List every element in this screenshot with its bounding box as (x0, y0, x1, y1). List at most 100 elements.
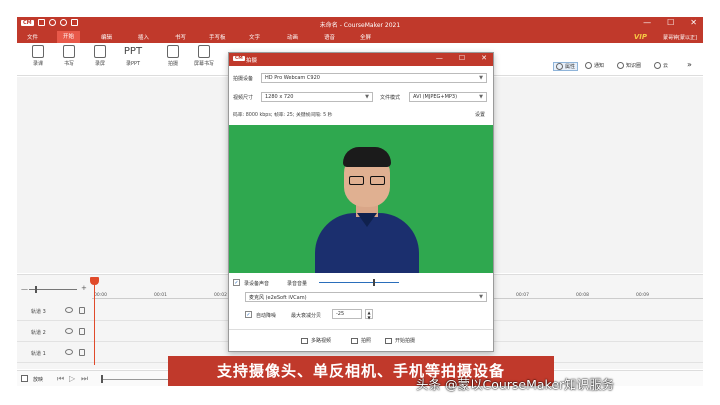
menu-fullscreen[interactable]: 全屏 (360, 33, 371, 41)
track-label: 轨道 2 (31, 330, 46, 336)
minimize-button[interactable]: — (643, 18, 651, 27)
maximize-button[interactable]: ☐ (667, 18, 674, 27)
play-icon[interactable]: ▷ (69, 374, 75, 383)
dialog-controls: — ☐ ✕ (436, 54, 487, 62)
record-screen-tool[interactable]: 录屏 (85, 45, 115, 67)
title-bar: CM 未命名 - CourseMaker 2021 — ☐ ✕ (17, 17, 703, 31)
camera-tool[interactable]: 拍摄 (158, 45, 188, 67)
tool-label: 知识圈 (626, 63, 642, 69)
multi-video-icon (301, 337, 308, 344)
menu-text[interactable]: 文字 (249, 33, 260, 41)
record-lesson-tool[interactable]: 录课 (23, 45, 53, 67)
watermark: 头条 @蒙以CourseMaker知识服务 (416, 377, 615, 392)
lock-icon[interactable] (79, 328, 85, 335)
device-value: HD Pro Webcam C920 (265, 75, 320, 81)
lock-icon[interactable] (79, 349, 85, 356)
ruler-tick: 00:07 (516, 293, 529, 298)
cloud-button[interactable]: 云 (654, 62, 668, 69)
lock-icon[interactable] (79, 307, 85, 314)
dialog-close-button[interactable]: ✕ (481, 54, 487, 62)
zoom-slider[interactable]: — + (21, 284, 89, 293)
start-recording-button[interactable]: 开始拍摄 (385, 337, 415, 344)
chevron-down-icon: ▼ (479, 94, 483, 100)
video-camera-icon (385, 337, 392, 344)
playhead-handle[interactable] (90, 277, 99, 285)
eye-icon[interactable] (65, 328, 73, 334)
close-button[interactable]: ✕ (690, 18, 697, 27)
user-name[interactable]: 蒙哥钟[蒙以正] (663, 34, 697, 41)
present-label: 放映 (33, 377, 44, 383)
mic-select[interactable]: 麦克风 (e2eSoft iVCam) ▼ (245, 292, 487, 302)
photo-button[interactable]: 拍照 (351, 337, 371, 344)
glasses-icon (349, 176, 385, 185)
format-select[interactable]: AVI (MJPEG+MP3) ▼ (409, 92, 487, 102)
tool-label: 拍摄 (167, 61, 178, 67)
eye-icon[interactable] (65, 307, 73, 313)
zoom-handle[interactable] (35, 286, 37, 293)
record-sound-checkbox[interactable]: ✓ (233, 279, 240, 286)
camera-icon (167, 45, 179, 58)
write-tool[interactable]: 书写 (54, 45, 84, 67)
menu-tablet[interactable]: 手写板 (209, 33, 226, 41)
attenuation-stepper[interactable]: ▲ ▼ (365, 309, 373, 320)
ppt-icon: PPT (123, 46, 143, 57)
multi-video-button[interactable]: 多路视频 (301, 337, 331, 344)
vip-badge[interactable]: VIP (634, 33, 647, 41)
menu-write[interactable]: 书写 (175, 33, 186, 41)
notify-button[interactable]: 通知 (585, 62, 604, 69)
cloud-icon (654, 62, 661, 69)
mic-value: 麦克风 (e2eSoft iVCam) (249, 295, 307, 301)
tool-label: 书写 (63, 61, 74, 67)
pen-icon (63, 45, 75, 58)
chevron-down-icon: ▼ (479, 294, 483, 300)
encoding-info: 码率: 8000 kbps; 帧率: 25; 关键帧间隔: 5 秒 (233, 113, 333, 118)
settings-link[interactable]: 设置 (475, 111, 485, 118)
volume-slider[interactable] (319, 279, 399, 286)
chat-bubble-icon (585, 62, 592, 69)
attenuation-input[interactable]: -25 (332, 309, 362, 319)
properties-button[interactable]: 属性 (553, 62, 579, 71)
zoom-out-button[interactable]: — (21, 285, 28, 293)
eye-icon[interactable] (65, 349, 73, 355)
size-select[interactable]: 1280 x 720 ▼ (261, 92, 373, 102)
record-ppt-tool[interactable]: PPT 录PPT (118, 45, 148, 67)
next-icon[interactable]: ⏭ (81, 374, 88, 384)
ruler-tick: 00:08 (576, 293, 589, 298)
ruler-tick: 00:09 (636, 293, 649, 298)
track-label: 轨道 1 (31, 351, 46, 357)
playhead-line[interactable] (94, 277, 95, 365)
dialog-footer: 多路视频 拍照 开始拍摄 (229, 329, 493, 351)
volume-handle[interactable] (373, 279, 376, 286)
prev-icon[interactable]: ⏮ (57, 374, 64, 384)
zoom-in-button[interactable]: + (81, 284, 87, 292)
present-checkbox[interactable] (21, 375, 28, 382)
screen-write-tool[interactable]: 屏幕书写 (189, 45, 219, 67)
dialog-maximize-button[interactable]: ☐ (459, 54, 465, 62)
ruler-tick: 00:00 (94, 293, 107, 298)
menu-voice[interactable]: 语音 (324, 33, 335, 41)
screen-icon (94, 45, 106, 58)
noise-reduction-checkbox[interactable]: ✓ (245, 311, 252, 318)
button-label: 拍照 (361, 338, 372, 344)
presenter-hair (343, 147, 391, 167)
menu-edit[interactable]: 编辑 (101, 33, 112, 41)
knowledge-circle-button[interactable]: 知识圈 (617, 62, 641, 69)
menu-animation[interactable]: 动画 (287, 33, 298, 41)
screen-pen-icon (198, 45, 210, 58)
tool-label: 云 (663, 63, 669, 69)
dialog-minimize-button[interactable]: — (436, 54, 443, 62)
format-value: AVI (MJPEG+MP3) (413, 94, 458, 100)
size-value: 1280 x 720 (265, 94, 294, 100)
more-button[interactable]: » (687, 60, 692, 69)
device-select[interactable]: HD Pro Webcam C920 ▼ (261, 73, 487, 83)
tool-label: 录课 (32, 61, 43, 67)
menu-insert[interactable]: 插入 (138, 33, 149, 41)
playback-handle[interactable] (101, 375, 103, 383)
tool-label: 通知 (594, 63, 605, 69)
gear-icon (556, 63, 563, 70)
window-controls: — ☐ ✕ (643, 18, 697, 27)
menu-file[interactable]: 文件 (27, 33, 38, 41)
camera-preview (229, 125, 493, 273)
ruler-tick: 00:02 (214, 293, 227, 298)
menu-start[interactable]: 开始 (57, 31, 81, 43)
